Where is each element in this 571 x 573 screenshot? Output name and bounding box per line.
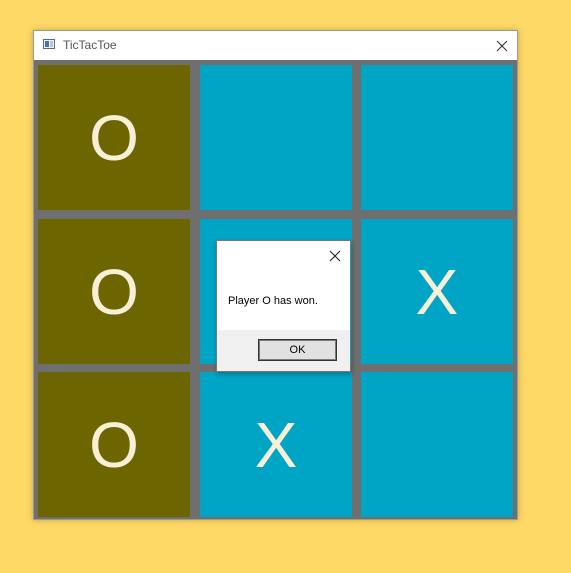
cell-0-1[interactable]	[200, 65, 352, 210]
cell-0-0[interactable]: O	[38, 65, 190, 210]
cell-1-2[interactable]: X	[361, 219, 513, 364]
close-icon	[496, 40, 508, 51]
dialog-close-button[interactable]	[323, 246, 347, 266]
winner-dialog: Player O has won. OK	[216, 240, 351, 372]
cell-2-1[interactable]: X	[200, 372, 352, 517]
window-close-button[interactable]	[487, 31, 517, 60]
cell-0-2[interactable]	[361, 65, 513, 210]
cell-2-2[interactable]	[361, 372, 513, 517]
cell-1-0[interactable]: O	[38, 219, 190, 364]
dialog-footer: OK	[217, 330, 350, 371]
app-icon	[43, 39, 55, 49]
dialog-message: Player O has won.	[228, 295, 318, 307]
window-title: TicTacToe	[63, 38, 117, 52]
ok-button[interactable]: OK	[258, 339, 337, 361]
title-bar: TicTacToe	[34, 31, 517, 60]
close-icon	[329, 250, 341, 262]
cell-2-0[interactable]: O	[38, 372, 190, 517]
